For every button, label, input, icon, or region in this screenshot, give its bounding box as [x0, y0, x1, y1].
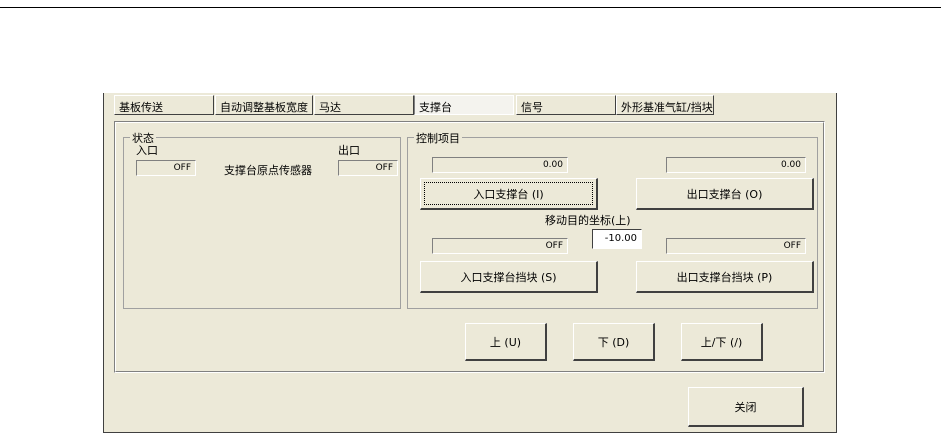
- top-divider-line: [0, 7, 941, 8]
- tab-signal[interactable]: 信号: [516, 95, 616, 115]
- exit-label: 出口: [338, 144, 360, 157]
- target-coordinate-input[interactable]: -10.00: [592, 229, 642, 249]
- tab-label: 信号: [521, 101, 543, 114]
- entrance-label: 入口: [136, 144, 158, 157]
- tab-label: 自动调整基板宽度: [220, 101, 308, 114]
- tab-label: 基板传送: [119, 101, 163, 114]
- entrance-position-readout: 0.00: [432, 157, 568, 173]
- tab-label: 马达: [319, 101, 341, 114]
- support-table-dialog: 基板传送 自动调整基板宽度 马达 支撑台 信号 外形基准气缸/挡块 状态 入口 …: [103, 93, 837, 433]
- tab-support-table[interactable]: 支撑台: [414, 95, 514, 115]
- support-origin-sensor-label: 支撑台原点传感器: [224, 164, 312, 177]
- exit-sensor-status: OFF: [338, 160, 398, 176]
- exit-position-readout: 0.00: [666, 157, 806, 173]
- entrance-support-button[interactable]: 入口支撑台 (I): [420, 178, 598, 210]
- entrance-stopper-status: OFF: [432, 238, 568, 254]
- tab-panel: 状态 入口 出口 OFF 支撑台原点传感器 OFF 控制项目 0.00 0.00…: [114, 121, 825, 373]
- tab-outline-cylinder-stopper[interactable]: 外形基准气缸/挡块: [616, 95, 714, 115]
- exit-stopper-button[interactable]: 出口支撑台挡块 (P): [636, 261, 814, 293]
- close-button[interactable]: 关闭: [688, 387, 804, 427]
- tab-auto-width-adjust[interactable]: 自动调整基板宽度: [215, 95, 313, 115]
- target-coordinate-label: 移动目的坐标(上): [545, 214, 631, 227]
- tab-label: 外形基准气缸/挡块: [621, 101, 713, 114]
- tab-label: 支撑台: [419, 101, 452, 114]
- exit-support-button[interactable]: 出口支撑台 (O): [636, 178, 814, 210]
- tab-board-transfer[interactable]: 基板传送: [114, 95, 214, 115]
- control-group: 控制项目 0.00 0.00 入口支撑台 (I) 出口支撑台 (O) 移动目的坐…: [407, 130, 818, 309]
- down-button[interactable]: 下 (D): [573, 323, 655, 361]
- entrance-sensor-status: OFF: [136, 160, 196, 176]
- exit-stopper-status: OFF: [666, 238, 806, 254]
- up-button[interactable]: 上 (U): [465, 323, 547, 361]
- entrance-stopper-button[interactable]: 入口支撑台挡块 (S): [420, 261, 598, 293]
- updown-button[interactable]: 上/下 (/): [681, 323, 763, 361]
- tab-motor[interactable]: 马达: [314, 95, 414, 115]
- control-group-title: 控制项目: [414, 130, 462, 146]
- status-group: 状态 入口 出口 OFF 支撑台原点传感器 OFF: [123, 130, 401, 309]
